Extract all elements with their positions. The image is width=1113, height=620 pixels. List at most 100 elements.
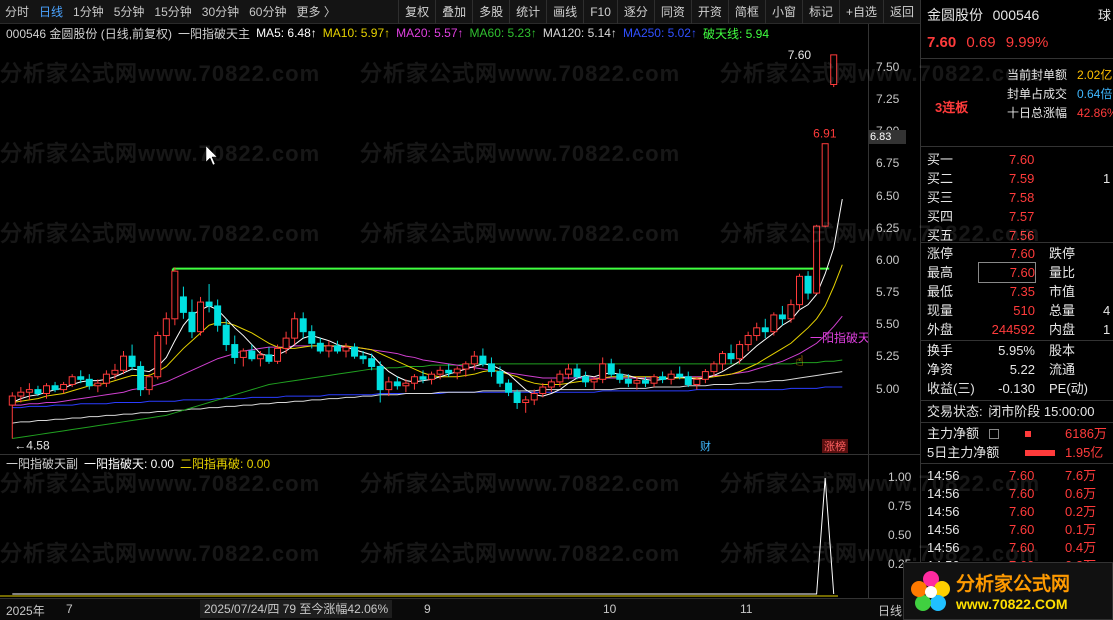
toolbar-button-0[interactable]: 复权 <box>398 0 435 24</box>
period-tab-7[interactable]: 更多 〉 <box>291 0 340 24</box>
candle[interactable] <box>607 358 615 377</box>
candle[interactable] <box>796 273 803 310</box>
candle[interactable] <box>753 322 761 341</box>
candle[interactable] <box>718 351 726 371</box>
candle[interactable] <box>308 325 316 349</box>
candle[interactable] <box>102 370 110 388</box>
candle[interactable] <box>505 379 513 397</box>
candle[interactable] <box>162 312 170 345</box>
candle[interactable] <box>479 348 487 367</box>
candle[interactable] <box>813 224 821 295</box>
candle[interactable] <box>94 379 102 393</box>
toolbar-button-1[interactable]: 叠加 <box>435 0 472 24</box>
candle[interactable] <box>325 340 333 358</box>
candle[interactable] <box>145 374 153 395</box>
candle[interactable] <box>291 312 299 345</box>
candle[interactable] <box>787 299 795 323</box>
toolbar-button-10[interactable]: 小窗 <box>764 0 802 24</box>
candle[interactable] <box>428 371 436 385</box>
period-tab-6[interactable]: 60分钟 <box>244 0 291 24</box>
candle[interactable] <box>616 369 624 384</box>
toolbar-button-12[interactable]: +自选 <box>838 0 883 24</box>
candle[interactable] <box>154 331 162 380</box>
candle[interactable] <box>564 363 572 380</box>
candle[interactable] <box>179 286 187 319</box>
toolbar-button-8[interactable]: 开资 <box>690 0 728 24</box>
candle[interactable] <box>171 267 179 326</box>
toolbar-button-3[interactable]: 统计 <box>509 0 546 24</box>
candle[interactable] <box>582 371 590 388</box>
legend-indicator[interactable]: 一阳指破天主 <box>178 25 250 42</box>
candle[interactable] <box>120 351 128 375</box>
candle[interactable] <box>85 374 93 390</box>
candle[interactable] <box>770 312 778 336</box>
candle[interactable] <box>299 312 307 339</box>
candle[interactable] <box>659 371 667 384</box>
candle[interactable] <box>513 389 521 409</box>
candle[interactable] <box>376 361 384 403</box>
candle[interactable] <box>547 379 555 393</box>
period-tab-2[interactable]: 1分钟 <box>68 0 109 24</box>
candle[interactable] <box>761 318 769 339</box>
toolbar-button-9[interactable]: 简框 <box>727 0 765 24</box>
candle[interactable] <box>351 343 359 359</box>
candle[interactable] <box>667 370 675 385</box>
candle[interactable] <box>599 357 607 384</box>
candle[interactable] <box>8 392 16 439</box>
candle[interactable] <box>778 305 786 326</box>
candle[interactable] <box>214 299 222 332</box>
toolbar-button-7[interactable]: 同资 <box>653 0 691 24</box>
candle[interactable] <box>128 344 136 371</box>
candle[interactable] <box>188 299 196 339</box>
toolbar-button-11[interactable]: 标记 <box>801 0 839 24</box>
candle[interactable] <box>265 347 273 364</box>
side-tab[interactable]: 球 <box>1098 6 1111 25</box>
candle[interactable] <box>830 54 838 88</box>
period-tab-3[interactable]: 5分钟 <box>109 0 150 24</box>
candlestick-chart[interactable]: 7.60 6.91 ←4.58 一阳指破天 ☝ 财 涨榜 <box>0 42 868 454</box>
candle[interactable] <box>256 351 264 367</box>
period-tab-4[interactable]: 15分钟 <box>149 0 196 24</box>
candle[interactable] <box>736 340 744 364</box>
candle[interactable] <box>727 344 735 364</box>
candle[interactable] <box>573 363 581 380</box>
period-tab-1[interactable]: 日线 <box>34 0 68 24</box>
candle[interactable] <box>410 374 418 390</box>
candle[interactable] <box>821 143 829 228</box>
toolbar-button-5[interactable]: F10 <box>583 0 617 24</box>
candle[interactable] <box>333 340 341 354</box>
candle[interactable] <box>60 381 68 394</box>
candle[interactable] <box>522 396 530 413</box>
candle[interactable] <box>25 383 33 400</box>
period-tab-5[interactable]: 30分钟 <box>197 0 244 24</box>
sub-indicator-name[interactable]: 一阳指破天副 <box>6 455 78 472</box>
candle[interactable] <box>462 361 470 377</box>
candle[interactable] <box>804 271 812 300</box>
candle[interactable] <box>282 331 290 354</box>
period-tab-0[interactable]: 分时 <box>0 0 34 24</box>
candle[interactable] <box>368 353 376 371</box>
candle[interactable] <box>453 366 461 380</box>
toolbar-button-13[interactable]: 返回 <box>882 0 920 24</box>
candle[interactable] <box>496 366 504 388</box>
expand-icon[interactable] <box>989 429 999 439</box>
toolbar-button-2[interactable]: 多股 <box>472 0 509 24</box>
candle[interactable] <box>316 338 324 354</box>
candle[interactable] <box>231 335 239 364</box>
candle[interactable] <box>239 348 247 367</box>
candle[interactable] <box>205 284 213 313</box>
candle[interactable] <box>701 369 709 384</box>
candle[interactable] <box>137 361 145 397</box>
candle[interactable] <box>650 374 658 388</box>
candle[interactable] <box>197 296 205 336</box>
sub-indicator-chart[interactable] <box>0 472 868 598</box>
candle[interactable] <box>487 357 495 377</box>
candle[interactable] <box>17 387 25 403</box>
candle[interactable] <box>744 331 752 351</box>
toolbar-button-4[interactable]: 画线 <box>546 0 583 24</box>
toolbar-button-6[interactable]: 逐分 <box>616 0 654 24</box>
period-indicator[interactable]: 日线 <box>878 602 902 619</box>
candle[interactable] <box>684 371 692 388</box>
finance-badge[interactable]: 财 <box>700 439 711 453</box>
limit-badge[interactable]: 涨榜 <box>824 439 846 453</box>
